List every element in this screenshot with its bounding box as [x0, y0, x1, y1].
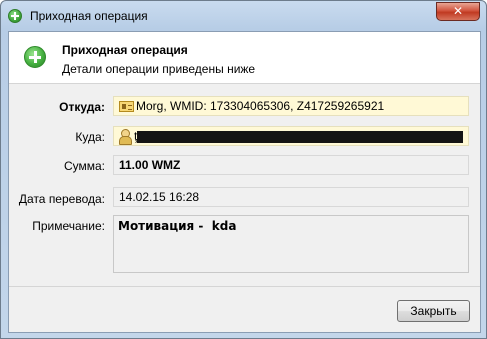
title-bar[interactable]: Приходная операция ✕: [1, 1, 486, 31]
dialog-client-area: Приходная операция Детали операции приве…: [8, 31, 481, 333]
to-label: Куда:: [75, 130, 105, 144]
from-label: Откуда:: [59, 100, 105, 114]
close-button[interactable]: Закрыть: [397, 300, 470, 322]
to-field[interactable]: ţ: [113, 126, 469, 146]
person-icon: [119, 129, 132, 145]
note-field[interactable]: Мотивация - kda: [113, 215, 469, 273]
plus-circle-icon: [24, 46, 46, 68]
window-close-button[interactable]: ✕: [436, 2, 480, 21]
note-label: Примечание:: [32, 219, 105, 233]
from-value: Morg, WMID: 173304065306, Z417259265921: [136, 99, 385, 113]
redacted-value: [137, 131, 464, 143]
dialog-header: Приходная операция Детали операции приве…: [9, 32, 480, 84]
window-title: Приходная операция: [30, 9, 148, 23]
footer-divider: [9, 286, 480, 287]
amount-label: Сумма:: [63, 159, 105, 173]
id-card-icon: [119, 101, 134, 112]
amount-field: 11.00 WMZ: [113, 155, 469, 175]
from-field[interactable]: Morg, WMID: 173304065306, Z417259265921: [113, 96, 469, 116]
date-field: 14.02.15 16:28: [113, 187, 469, 207]
header-title: Приходная операция: [62, 43, 188, 57]
date-label: Дата перевода:: [18, 192, 105, 206]
header-subtitle: Детали операции приведены ниже: [62, 62, 256, 76]
dialog-window: Приходная операция ✕ Приходная операция …: [0, 0, 487, 339]
plus-circle-icon: [8, 9, 22, 23]
